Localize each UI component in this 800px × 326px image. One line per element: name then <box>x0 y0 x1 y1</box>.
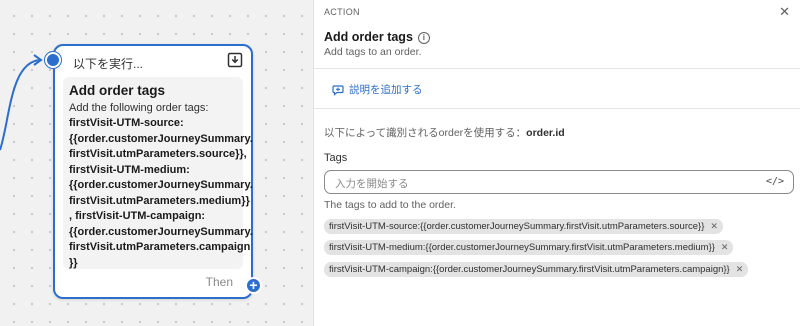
card-title: Add order tags <box>69 83 166 98</box>
identifier-prefix: 以下によって識別されるorderを使用する： <box>324 127 527 139</box>
tag-chip: firstVisit-UTM-campaign:{{order.customer… <box>324 262 749 277</box>
add-then-step-button[interactable]: + <box>245 277 262 294</box>
panel-title-text: Add order tags <box>324 30 413 44</box>
card-tag-line: firstVisit.utmParameters.source}}, <box>69 148 247 160</box>
identifier-value: order.id <box>526 127 565 139</box>
card-tag-line: firstVisit.utmParameters.medium}} <box>69 194 250 207</box>
panel-title: Add order tags i <box>324 30 430 44</box>
card-description: Add the following order tags: <box>69 102 209 114</box>
action-step-card[interactable]: 以下を実行... Add order tags Add the followin… <box>53 44 253 299</box>
tags-help-text: The tags to add to the order. <box>324 199 456 211</box>
tag-chip-label: firstVisit-UTM-source:{{order.customerJo… <box>329 221 705 232</box>
close-panel-button[interactable]: ✕ <box>779 4 790 20</box>
tags-input[interactable]: 入力を開始する </> <box>324 170 794 194</box>
workflow-canvas[interactable]: 以下を実行... Add order tags Add the followin… <box>0 0 313 326</box>
remove-tag-icon[interactable]: ✕ <box>710 221 718 231</box>
action-config-panel: ACTION ✕ Add order tags i Add tags to an … <box>313 0 800 326</box>
comment-edit-icon <box>332 84 344 96</box>
card-tag-line: firstVisit.utmParameters.campaign <box>69 241 251 253</box>
card-tag-line: {{order.customerJourneySummary. <box>69 225 253 238</box>
identifier-text: 以下によって識別されるorderを使用する：order.id <box>324 125 565 140</box>
then-label: Then <box>205 275 233 289</box>
card-summary: Add order tags Add the following order t… <box>63 77 253 271</box>
tag-chip-label: firstVisit-UTM-medium:{{order.customerJo… <box>329 242 715 253</box>
tags-input-placeholder: 入力を開始する <box>335 178 409 190</box>
connector-line <box>0 54 43 151</box>
input-connector-dot[interactable] <box>45 52 61 68</box>
divider <box>314 68 800 69</box>
card-header: 以下を実行... <box>73 57 144 71</box>
panel-subtitle: Add tags to an order. <box>324 46 422 58</box>
card-tag-line: , firstVisit-UTM-campaign: <box>69 210 206 222</box>
tag-chip: firstVisit-UTM-source:{{order.customerJo… <box>324 219 723 234</box>
add-description-label: 説明を追加する <box>349 84 423 96</box>
card-tag-line: firstVisit-UTM-medium: <box>69 163 190 176</box>
card-tag-line: {{order.customerJourneySummary. <box>69 179 253 191</box>
tags-label: Tags <box>324 152 348 164</box>
card-tag-line: }} <box>69 256 78 269</box>
download-icon[interactable] <box>227 52 243 68</box>
panel-section-label: ACTION <box>324 7 360 17</box>
info-icon[interactable]: i <box>417 32 430 44</box>
tag-chip: firstVisit-UTM-medium:{{order.customerJo… <box>324 240 734 255</box>
add-description-link[interactable]: 説明を追加する <box>332 82 423 97</box>
code-icon[interactable]: </> <box>766 176 784 187</box>
remove-tag-icon[interactable]: ✕ <box>736 264 744 274</box>
divider <box>314 108 800 109</box>
tag-chip-label: firstVisit-UTM-campaign:{{order.customer… <box>329 264 730 275</box>
card-tag-line: firstVisit-UTM-source: <box>69 117 184 129</box>
card-tag-line: {{order.customerJourneySummary. <box>69 132 253 145</box>
remove-tag-icon[interactable]: ✕ <box>721 242 729 252</box>
card-tag-list: firstVisit-UTM-source: {{order.customerJo… <box>69 116 253 271</box>
